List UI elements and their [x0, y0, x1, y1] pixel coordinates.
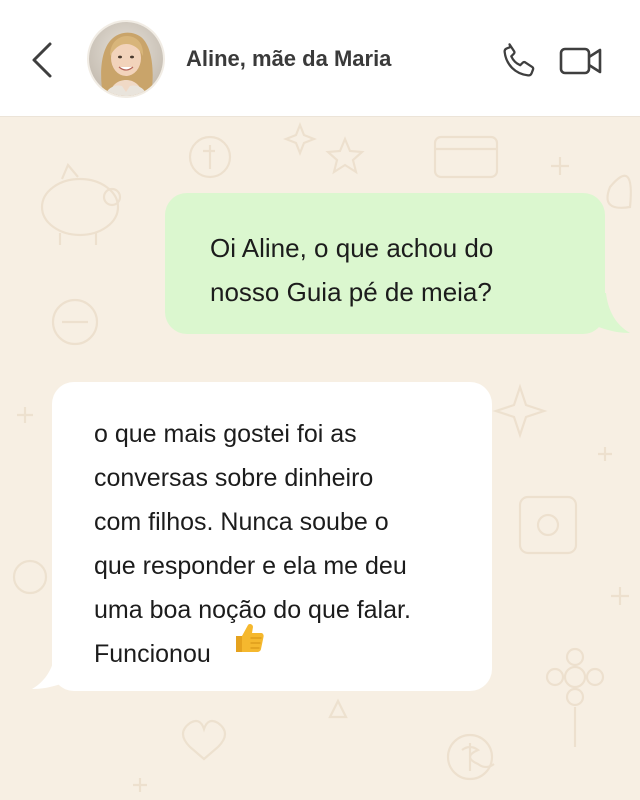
thumbs-up-icon [236, 623, 264, 652]
incoming-message-bubble[interactable]: o que mais gostei foi as conversas sobre… [52, 382, 492, 691]
video-camera-icon [559, 47, 602, 75]
contact-name[interactable]: Aline, mãe da Maria [186, 46, 391, 72]
chat-header: Aline, mãe da Maria [0, 0, 640, 117]
avatar[interactable] [89, 22, 163, 96]
avatar-photo [89, 22, 163, 96]
chevron-left-icon [32, 42, 52, 78]
outgoing-bubble-tail [582, 293, 630, 333]
call-button[interactable] [498, 40, 540, 82]
phone-icon [503, 43, 535, 77]
outgoing-message-bubble[interactable]: Oi Aline, o que achou do nosso Guia pé d… [165, 193, 605, 334]
chat-area[interactable]: Oi Aline, o que achou do nosso Guia pé d… [0, 117, 640, 800]
video-call-button[interactable] [558, 42, 606, 80]
back-button[interactable] [22, 38, 62, 82]
incoming-bubble-tail [32, 649, 80, 689]
outgoing-message-text: Oi Aline, o que achou do nosso Guia pé d… [210, 233, 494, 307]
incoming-message-text: o que mais gostei foi as conversas sobre… [94, 420, 411, 668]
